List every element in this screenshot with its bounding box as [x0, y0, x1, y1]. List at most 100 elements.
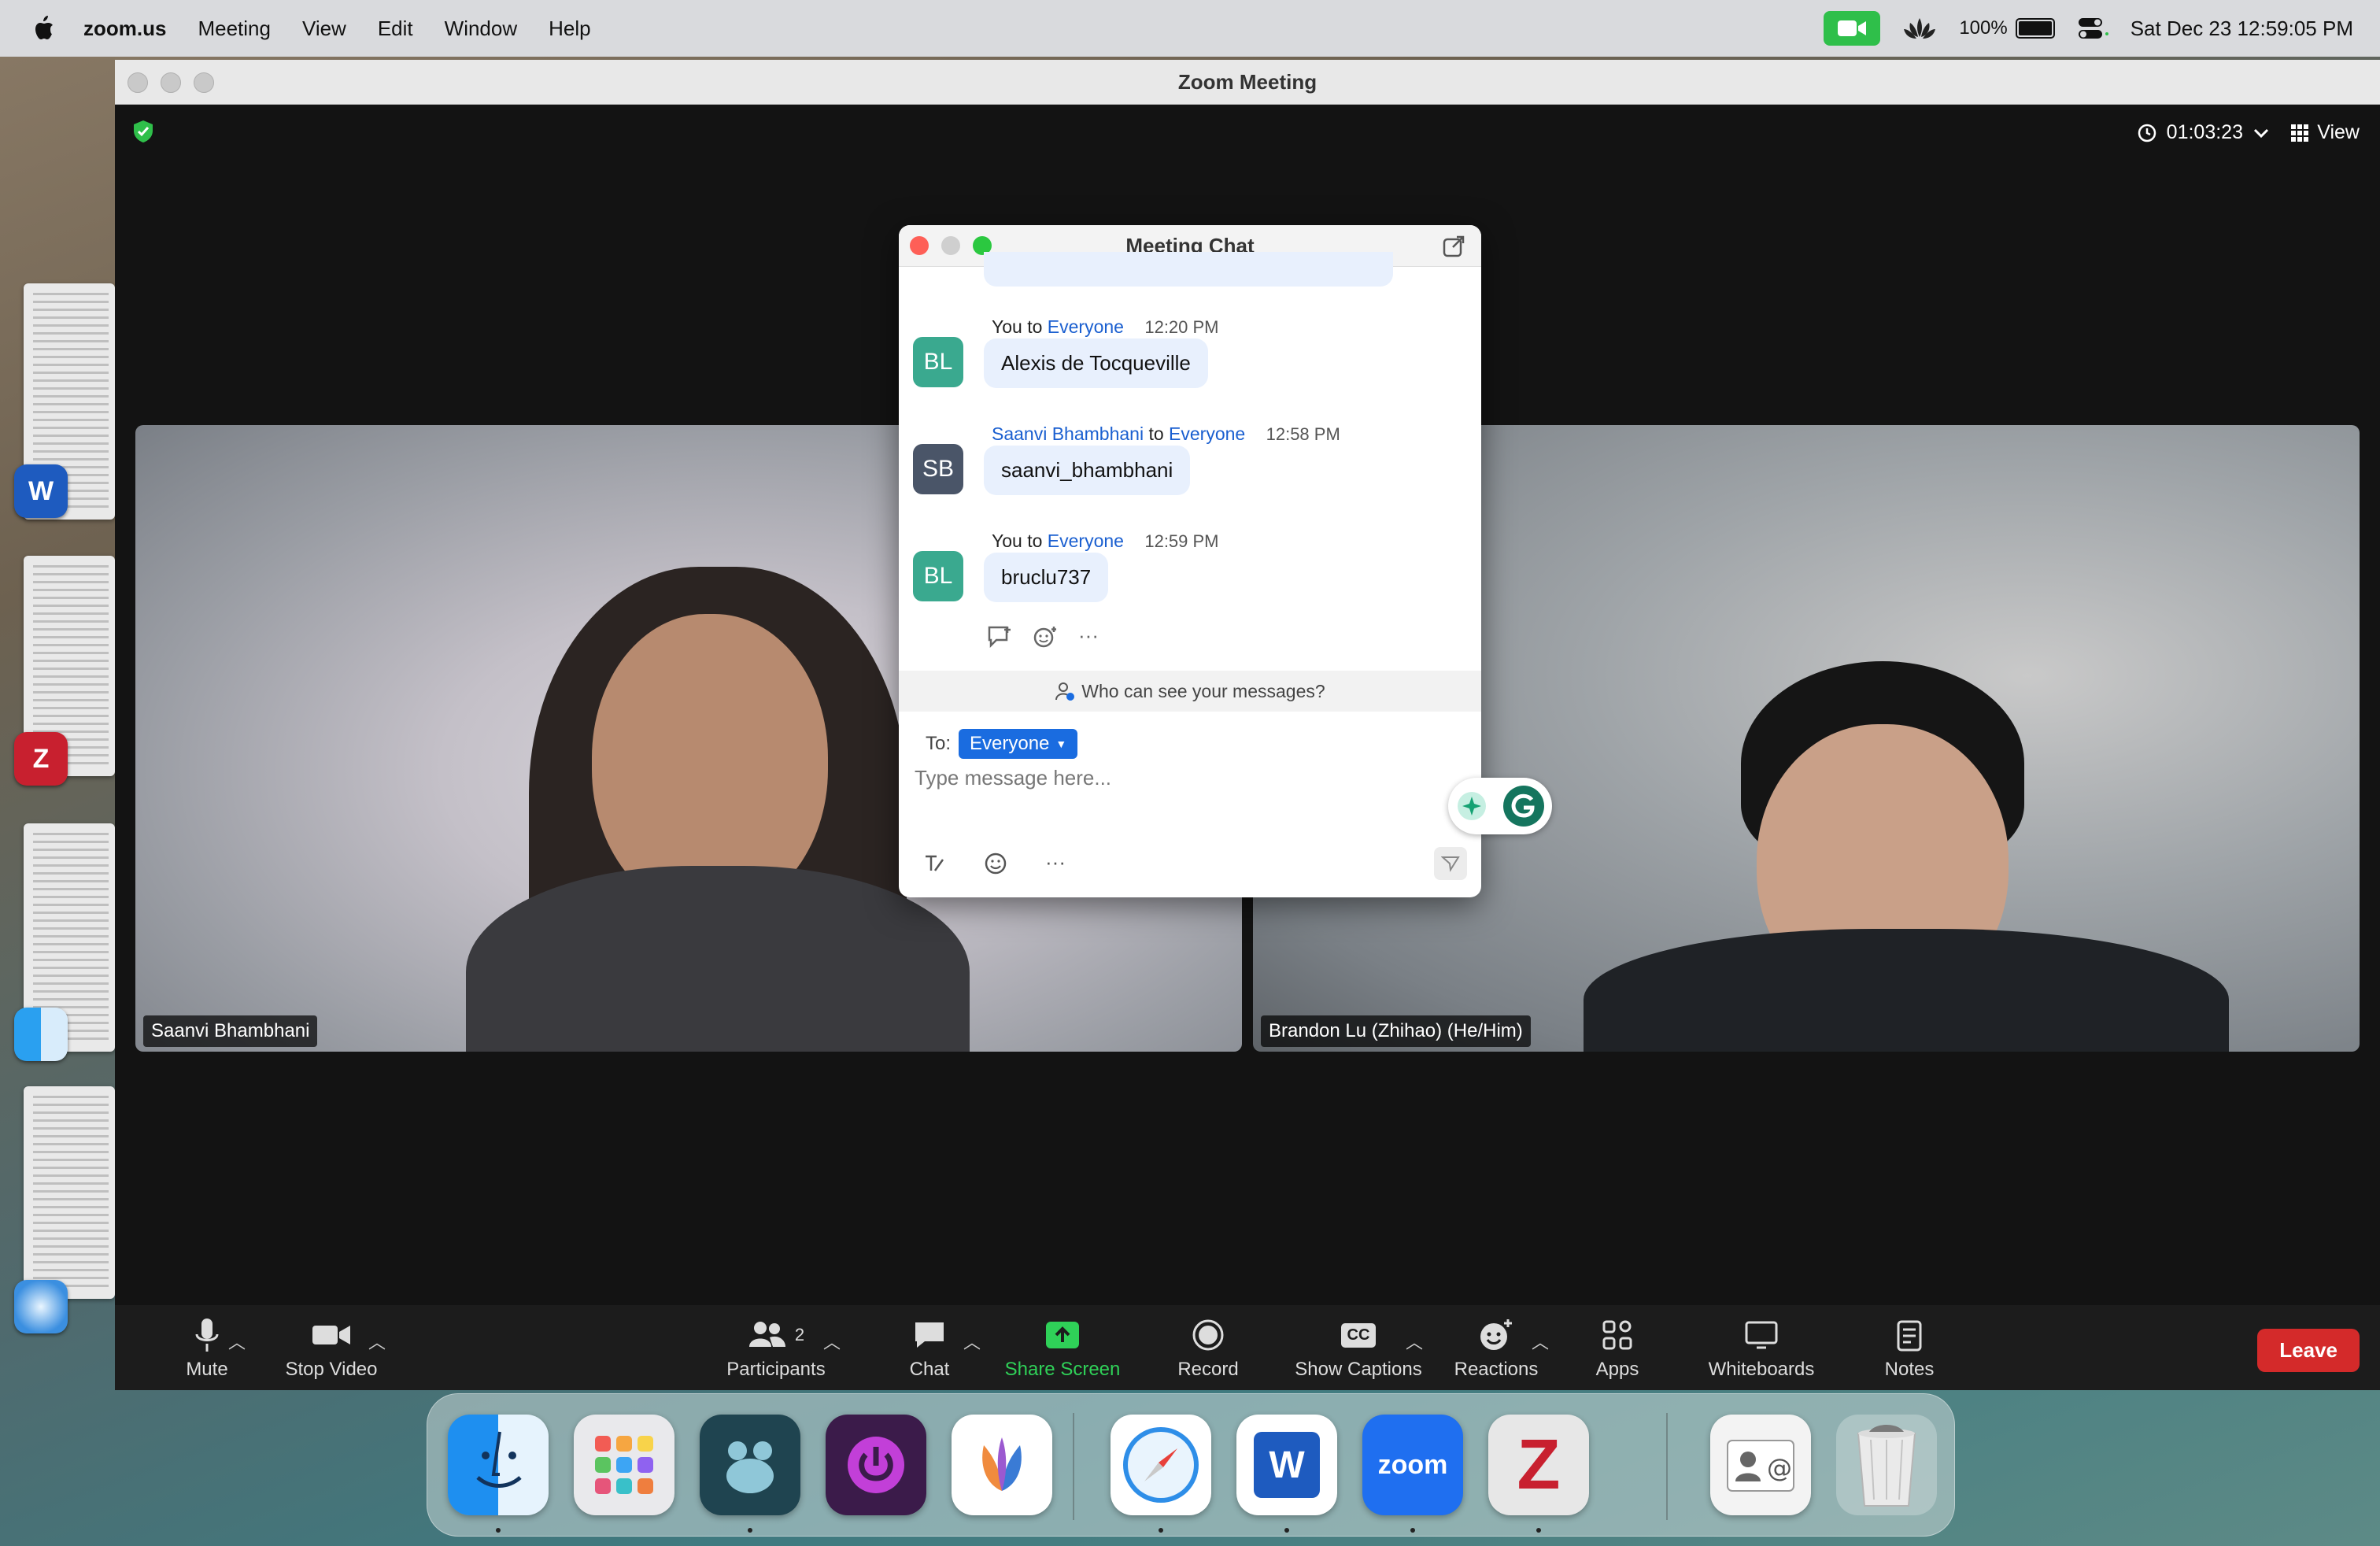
apple-logo-icon[interactable]: [31, 15, 55, 42]
meeting-timer[interactable]: 01:03:23: [2137, 121, 2270, 144]
send-button[interactable]: [1434, 847, 1467, 880]
message-to-word: to: [1027, 531, 1043, 551]
menu-edit[interactable]: Edit: [378, 17, 413, 41]
record-button[interactable]: Record: [1165, 1316, 1251, 1381]
share-screen-label: Share Screen: [1004, 1359, 1121, 1380]
message-sender: You: [992, 531, 1022, 551]
whiteboards-button[interactable]: Whiteboards: [1698, 1316, 1824, 1381]
word-icon[interactable]: W: [14, 464, 68, 518]
power-icon: [848, 1437, 904, 1493]
participants-options-chevron-icon[interactable]: ︿: [823, 1329, 841, 1354]
dock-safari[interactable]: [1111, 1415, 1211, 1515]
encryption-shield-icon[interactable]: [132, 120, 154, 143]
closed-captions-icon: CC: [1340, 1322, 1377, 1348]
minimize-button[interactable]: [161, 72, 181, 93]
dock-launchpad[interactable]: [574, 1415, 674, 1515]
participant-name-label: Brandon Lu (Zhihao) (He/Him): [1261, 1015, 1531, 1047]
dock-copilot-app[interactable]: [952, 1415, 1052, 1515]
dock: W zoom Z @: [427, 1393, 1955, 1537]
message-bubble[interactable]: Alexis de Tocqueville: [984, 338, 1208, 388]
message-input[interactable]: [913, 765, 1420, 791]
reply-icon[interactable]: [987, 625, 1012, 649]
grammarly-assist-icon[interactable]: [1454, 789, 1489, 823]
message-recipient[interactable]: Everyone: [1048, 316, 1124, 337]
message-bubble[interactable]: bruclu737: [984, 553, 1109, 602]
zotero-icon[interactable]: Z: [14, 732, 68, 786]
message-meta: You to Everyone 12:59 PM: [992, 531, 1219, 552]
message-sender[interactable]: Saanvi Bhambhani: [992, 423, 1144, 444]
chat-button[interactable]: Chat: [886, 1316, 973, 1381]
popout-icon[interactable]: [1442, 235, 1465, 258]
captions-options-chevron-icon[interactable]: ︿: [1406, 1329, 1423, 1354]
running-indicator: [1536, 1528, 1541, 1533]
more-compose-options-icon[interactable]: ···: [1045, 852, 1066, 875]
more-options-icon[interactable]: ···: [1078, 625, 1099, 649]
safari-icon[interactable]: [14, 1280, 68, 1333]
add-reaction-icon[interactable]: [1033, 625, 1058, 649]
finder-icon[interactable]: [14, 1008, 68, 1061]
message-recipient[interactable]: Everyone: [1048, 531, 1124, 551]
compass-icon: [1123, 1427, 1199, 1503]
grid-icon: [2291, 124, 2309, 142]
chat-options-chevron-icon[interactable]: ︿: [963, 1329, 981, 1354]
menu-meeting[interactable]: Meeting: [198, 17, 271, 41]
recipient-dropdown[interactable]: Everyone ▼: [959, 729, 1078, 759]
notes-button[interactable]: Notes: [1870, 1316, 1949, 1381]
menu-help[interactable]: Help: [549, 17, 590, 41]
grammarly-logo-icon[interactable]: [1502, 784, 1546, 828]
show-captions-label: Show Captions: [1295, 1359, 1422, 1380]
menu-clock[interactable]: Sat Dec 23 12:59:05 PM: [2131, 17, 2353, 41]
close-button[interactable]: [128, 72, 148, 93]
dock-zoom[interactable]: zoom: [1362, 1415, 1463, 1515]
thumbnail-text-lines: [33, 1096, 109, 1289]
control-center-icon[interactable]: [2077, 17, 2108, 40]
participants-button[interactable]: 2 Participants: [713, 1316, 839, 1381]
running-indicator: [1159, 1528, 1163, 1533]
dock-zotero[interactable]: Z: [1488, 1415, 1589, 1515]
menu-view[interactable]: View: [302, 17, 346, 41]
avatar: SB: [913, 444, 963, 494]
reactions-label: Reactions: [1454, 1359, 1539, 1380]
view-button[interactable]: View: [2290, 121, 2360, 144]
stop-video-label: Stop Video: [285, 1359, 378, 1380]
dock-trash[interactable]: [1836, 1415, 1937, 1515]
dock-power-app[interactable]: [826, 1415, 926, 1515]
camera-status-icon[interactable]: [1824, 11, 1881, 46]
video-options-chevron-icon[interactable]: ︿: [368, 1329, 386, 1354]
leave-button[interactable]: Leave: [2257, 1329, 2360, 1372]
dock-finder[interactable]: [448, 1415, 549, 1515]
whiteboards-label: Whiteboards: [1708, 1359, 1815, 1380]
avatar: BL: [913, 551, 963, 601]
audio-options-chevron-icon[interactable]: ︿: [228, 1329, 246, 1354]
chat-minimize-button[interactable]: [941, 236, 960, 255]
chat-close-button[interactable]: [910, 236, 929, 255]
format-text-icon[interactable]: [922, 852, 946, 875]
participant-count: 2: [794, 1325, 805, 1344]
menu-window[interactable]: Window: [445, 17, 517, 41]
battery-status[interactable]: 100%: [1959, 17, 2055, 39]
privacy-notice[interactable]: Who can see your messages?: [899, 671, 1481, 712]
desktop-window-thumbnail[interactable]: [24, 1086, 115, 1299]
svg-text:@: @: [1767, 1453, 1792, 1483]
emoji-icon[interactable]: [984, 852, 1007, 875]
share-screen-button[interactable]: Share Screen: [1000, 1316, 1125, 1381]
record-icon: [1192, 1319, 1224, 1351]
apps-button[interactable]: Apps: [1582, 1316, 1653, 1381]
lotus-app-icon[interactable]: [1902, 15, 1937, 42]
window-controls: [128, 72, 214, 93]
chat-window-controls: [910, 236, 992, 255]
reactions-options-chevron-icon[interactable]: ︿: [1532, 1329, 1549, 1354]
zoom-button[interactable]: [194, 72, 214, 93]
grammarly-widget[interactable]: [1448, 778, 1552, 834]
meeting-chat-panel: Meeting Chat BL You to Everyone 12:20 PM…: [899, 225, 1481, 897]
dock-contacts[interactable]: @: [1710, 1415, 1811, 1515]
menu-app-name[interactable]: zoom.us: [83, 17, 166, 41]
battery-percent: 100%: [1959, 17, 2008, 39]
chat-message: BL You to Everyone 12:59 PM bruclu737: [913, 531, 1467, 625]
word-logo-icon: W: [1254, 1432, 1320, 1498]
participants-icon: [748, 1322, 785, 1347]
message-recipient[interactable]: Everyone: [1169, 423, 1245, 444]
message-bubble[interactable]: saanvi_bhambhani: [984, 446, 1191, 495]
dock-word[interactable]: W: [1236, 1415, 1337, 1515]
dock-app-blob[interactable]: [700, 1415, 800, 1515]
